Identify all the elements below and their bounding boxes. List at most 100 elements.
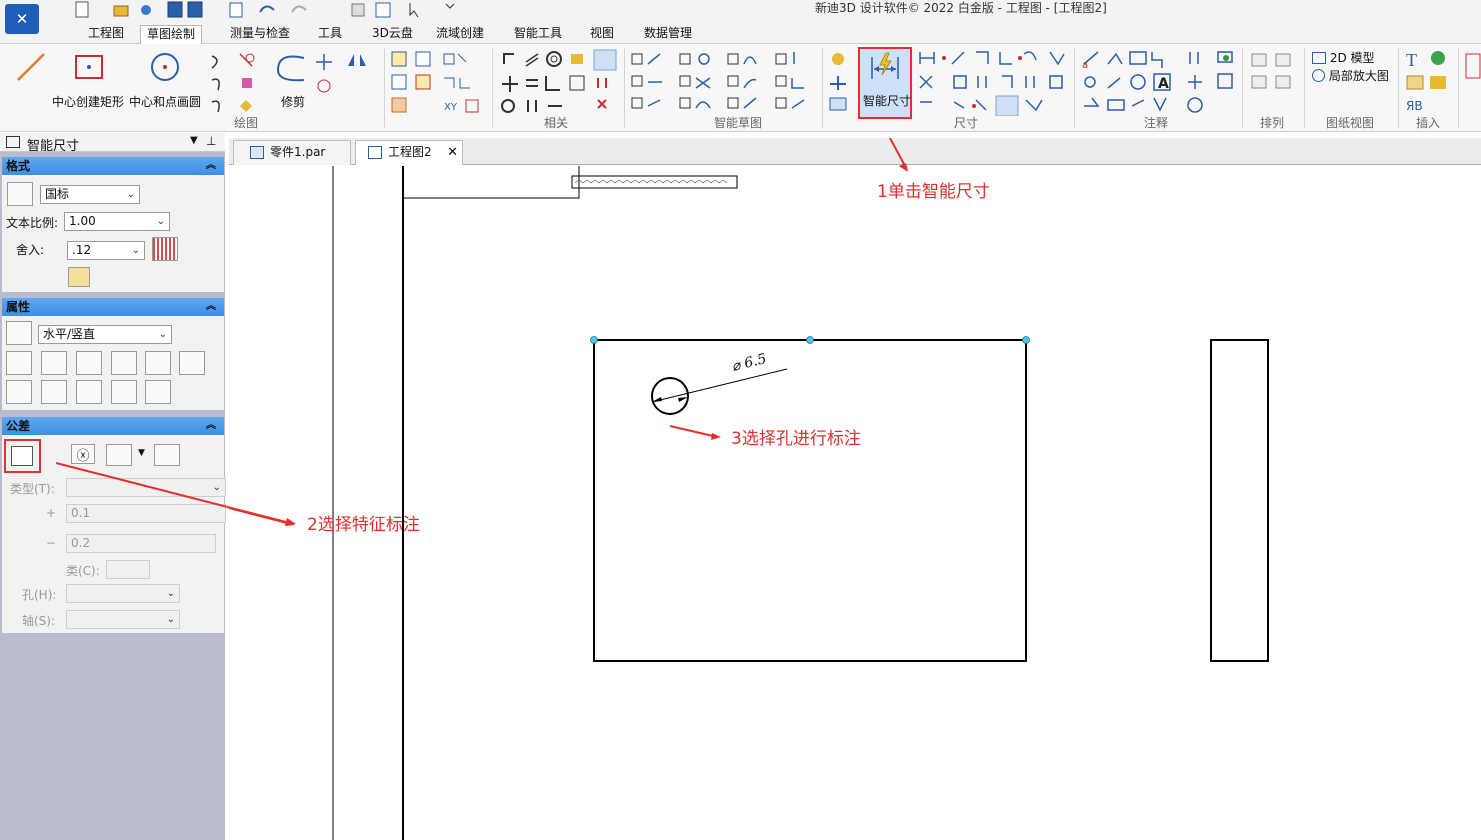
ribbon-separator (624, 48, 625, 128)
model-2d-button[interactable]: 2D 模型 (1312, 49, 1375, 67)
trim-label[interactable]: 修剪 (281, 93, 305, 110)
overflow-icon[interactable] (1464, 52, 1481, 82)
drawing-canvas[interactable]: ⌀ 6.5 (229, 166, 1481, 840)
relation-tools-icon[interactable]: XY (388, 48, 488, 116)
smart-dimension-button[interactable]: 智能尺寸 (858, 47, 912, 119)
text-scale-label: 文本比例: (6, 216, 59, 230)
round-select[interactable]: .12 ⌄ (67, 241, 145, 260)
drawing-file-icon (368, 146, 382, 159)
doc-tab-part1[interactable]: 零件1.par (233, 140, 351, 165)
trim-icon[interactable] (274, 50, 308, 84)
doc-tab-drawing2-label: 工程图2 (388, 145, 432, 159)
detail-view-button[interactable]: 局部放大图 (1312, 67, 1389, 85)
app-logo[interactable]: ✕ (5, 4, 39, 34)
drawing-sheet[interactable] (229, 166, 1481, 840)
annotation-step1: 1单击智能尺寸 (877, 182, 990, 202)
concentric-dim-icon[interactable] (145, 351, 171, 375)
tolerance-style-dropdown-icon[interactable]: ▼ (138, 448, 145, 458)
doc-tab-part1-label: 零件1.par (270, 145, 326, 159)
sketch-misc-icon[interactable] (314, 50, 380, 114)
doc-tab-drawing2[interactable]: 工程图2 ✕ (355, 140, 463, 165)
lock-icon[interactable] (68, 267, 90, 287)
tab-measure[interactable]: 测量与检查 (224, 25, 296, 44)
tab-smart-tools[interactable]: 智能工具 (508, 25, 568, 44)
annotation-tools-icon[interactable]: A a (1080, 48, 1240, 116)
title-bar: ✕ 新迪3D 设计软件© 2022 白金版 - 工程图 - [工程图2] (0, 0, 1481, 34)
orientation-icon[interactable] (6, 321, 32, 345)
format-style-icon[interactable] (7, 182, 33, 206)
circle-center-icon[interactable] (148, 50, 182, 84)
diameter-dim-icon[interactable] (111, 351, 137, 375)
radius-dim-icon[interactable] (76, 351, 102, 375)
lower-tolerance-field: 0.2 (66, 534, 216, 553)
rect-center-icon[interactable] (72, 50, 106, 84)
group-label-insert: 插入 (1416, 116, 1441, 130)
smart-dimension-label: 智能尺寸 (863, 94, 912, 108)
arc-dim-icon[interactable] (41, 380, 67, 404)
tab-flow[interactable]: 流域创建 (430, 25, 490, 44)
sidebar-menu-icon (6, 136, 20, 148)
line-icon[interactable] (14, 50, 48, 84)
tab-view[interactable]: 视图 (584, 25, 620, 44)
symmetric-dim-icon[interactable] (179, 351, 205, 375)
arc-tools-icon[interactable] (206, 50, 266, 114)
class-label: 类(C): (66, 564, 100, 578)
callout-arrow-step2 (55, 462, 296, 525)
chain-dim-icon[interactable] (6, 380, 32, 404)
smart-dimension-icon (871, 52, 899, 79)
tolerance-panel-header[interactable]: 公差 ︽ (2, 417, 224, 435)
properties-panel: 属性 ︽ 水平/竖直 ⌄ (2, 298, 224, 410)
feature-annotation-button[interactable] (4, 439, 41, 473)
quick-access-toolbar[interactable] (70, 0, 470, 20)
rect-center-label[interactable]: 中心创建矩形 (52, 93, 124, 110)
text-scale-select[interactable]: 1.00 ⌄ (64, 212, 170, 231)
sidebar-dropdown-icon[interactable]: ▼ (190, 135, 198, 146)
svg-text:ЯB: ЯB (1406, 99, 1423, 113)
relations-icon[interactable] (498, 48, 620, 116)
circle-center-label[interactable]: 中心和点画圆 (129, 93, 201, 110)
group-label-smart-sketch: 智能草图 (714, 116, 763, 130)
document-tabs: 零件1.par 工程图2 ✕ (229, 138, 1481, 165)
orientation-select[interactable]: 水平/竖直 ⌄ (38, 325, 172, 344)
shaft-label: 轴(S): (22, 614, 56, 628)
shaft-select: ⌄ (66, 610, 180, 629)
ribbon-separator (1304, 48, 1305, 128)
properties-panel-header[interactable]: 属性 ︽ (2, 298, 224, 316)
group-label-annotation: 注释 (1144, 116, 1169, 130)
group-label-drawing-view: 图纸视图 (1326, 116, 1375, 130)
standard-select[interactable]: 国标 ⌄ (40, 185, 140, 204)
feature-annotation-icon (11, 446, 33, 466)
svg-text:A: A (1158, 76, 1169, 92)
ribbon: 中心创建矩形 中心和点画圆 修剪 绘图 XY 相关 智能草图 智能尺寸 尺寸 A… (0, 44, 1481, 132)
group-label-relations: 相关 (544, 116, 569, 130)
detail-view-icon (1312, 69, 1325, 82)
arrange-tools-icon[interactable] (1248, 48, 1298, 96)
tab-data[interactable]: 数据管理 (638, 25, 698, 44)
circle-dim-icon[interactable] (76, 380, 102, 404)
format-panel-header[interactable]: 格式 ︽ (2, 157, 224, 175)
tab-drawing[interactable]: 工程图 (82, 25, 130, 44)
annotation-step2: 2选择特征标注 (307, 515, 420, 535)
linear-dim-icon[interactable] (6, 351, 32, 375)
sketch-view-icon[interactable] (826, 48, 852, 116)
dimension-tools-icon[interactable] (916, 48, 1066, 116)
ribbon-separator (384, 48, 385, 128)
tab-tools[interactable]: 工具 (312, 25, 348, 44)
close-icon[interactable]: ✕ (447, 141, 458, 164)
sidebar-pin-icon[interactable]: ⊥ (206, 134, 216, 148)
leader-dim-icon[interactable] (111, 380, 137, 404)
smart-sketch-options-icon[interactable] (630, 48, 820, 116)
round-options-icon[interactable] (152, 237, 178, 261)
insert-tools-icon[interactable]: T ЯB (1404, 48, 1452, 116)
part-file-icon (250, 146, 264, 159)
tab-cloud[interactable]: 3D云盘 (366, 25, 419, 44)
ribbon-separator (822, 48, 823, 128)
tab-sketch[interactable]: 草图绘制 (140, 25, 203, 44)
ribbon-separator (1398, 48, 1399, 128)
coordinate-dim-icon[interactable] (145, 380, 171, 404)
hole-select: ⌄ (66, 584, 180, 603)
sidebar-title: 智能尺寸 (27, 139, 80, 154)
angular-dim-icon[interactable] (41, 351, 67, 375)
menu-tab-bar: 工程图 草图绘制 测量与检查 工具 3D云盘 流域创建 智能工具 视图 数据管理 (0, 22, 1481, 44)
round-label: 舍入: (16, 243, 45, 257)
